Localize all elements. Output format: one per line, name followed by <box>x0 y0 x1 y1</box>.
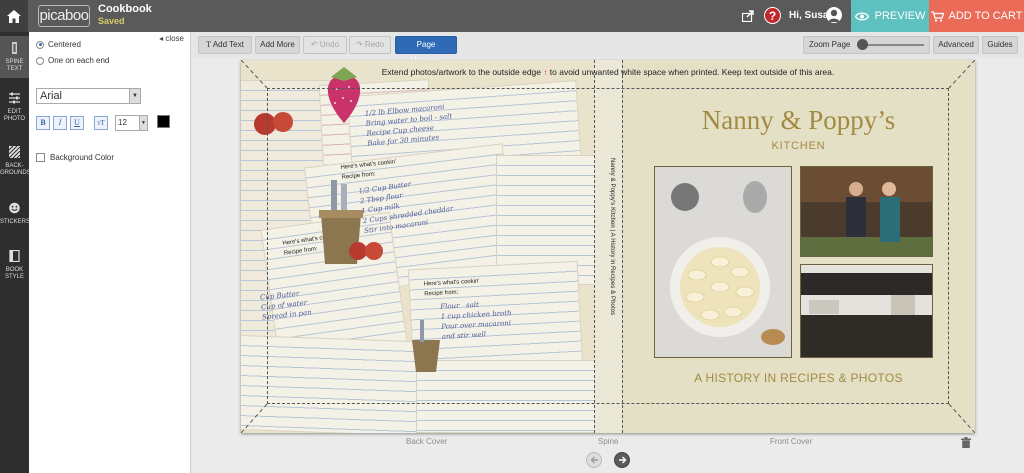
banner-text-prefix: Extend photos/artwork to the outside edg… <box>381 67 542 77</box>
next-page-button[interactable] <box>614 452 630 468</box>
add-text-button[interactable]: T Add Text <box>198 36 252 54</box>
zoom-slider-handle[interactable] <box>857 39 868 50</box>
chevron-down-icon: ▼ <box>129 89 140 103</box>
underline-button[interactable]: U <box>70 116 84 130</box>
radio-centered[interactable] <box>36 40 44 49</box>
text-icon: T <box>206 40 212 49</box>
spine-label: Spine <box>598 437 619 446</box>
chevron-down-icon: ▼ <box>139 116 147 130</box>
share-button[interactable] <box>740 8 756 24</box>
font-family-value: Arial <box>40 90 63 102</box>
help-button[interactable]: ? <box>764 7 781 24</box>
zoom-label: Zoom Page <box>809 40 851 49</box>
tool-rail: SPINE TEXT EDIT PHOTO BACK-GROUNDS STICK… <box>0 32 31 473</box>
spine-text-panel: ◂ close Centered One on each end Arial ▼… <box>29 32 191 473</box>
undo-button[interactable]: ↶ Undo <box>303 36 347 54</box>
rail-label: STICKERS <box>0 219 31 225</box>
align-ends-label: One on each end <box>48 56 110 65</box>
book-icon <box>9 249 20 263</box>
guides-button[interactable]: Guides <box>982 36 1018 54</box>
previous-page-button[interactable] <box>586 452 602 468</box>
rail-item-backgrounds[interactable]: BACK-GROUNDS <box>0 145 31 177</box>
trash-icon[interactable] <box>961 437 971 448</box>
add-to-cart-button[interactable]: ADD TO CART <box>929 0 1024 32</box>
picaboo-logo[interactable]: picaboo <box>38 5 90 27</box>
bleed-corner-guides <box>241 60 975 433</box>
radio-each-end[interactable] <box>36 56 44 65</box>
close-panel-link[interactable]: ◂ close <box>159 34 184 43</box>
italic-button[interactable]: I <box>53 116 67 130</box>
redo-label: Redo <box>364 40 385 49</box>
save-status: Saved <box>98 16 125 26</box>
cart-icon <box>930 10 944 22</box>
font-size-value: 12 <box>118 118 127 127</box>
project-title: Cookbook <box>98 3 152 15</box>
font-size-select[interactable]: 12 ▼ <box>115 115 148 131</box>
rail-item-stickers[interactable]: STICKERS <box>0 202 31 226</box>
rail-label: EDIT PHOTO <box>3 109 26 122</box>
font-family-select[interactable]: Arial ▼ <box>36 88 141 104</box>
undo-label: Undo <box>319 40 340 49</box>
sliders-icon <box>9 92 20 104</box>
rail-label: BOOK STYLE <box>4 267 24 280</box>
add-more-button[interactable]: Add More <box>255 36 300 54</box>
front-cover-label: Front Cover <box>770 437 813 446</box>
backgrounds-icon <box>8 145 21 159</box>
rail-label: SPINE TEXT <box>5 59 24 72</box>
rail-label: BACK-GROUNDS <box>0 163 31 176</box>
undo-icon: ↶ <box>310 40 318 49</box>
align-centered-option[interactable]: Centered <box>36 40 81 49</box>
background-color-option[interactable]: Background Color <box>36 153 114 162</box>
back-cover-label: Back Cover <box>406 437 448 446</box>
top-bar: picaboo Cookbook Saved ? Hi, Susan PREVI… <box>0 0 1024 32</box>
page-manager-button[interactable]: Page Manager <box>395 36 457 65</box>
share-icon <box>741 10 754 22</box>
bold-button[interactable]: B <box>36 116 50 130</box>
rail-item-book-style[interactable]: BOOK STYLE <box>0 249 29 281</box>
banner-text-suffix: to avoid unwanted white space when print… <box>549 67 835 77</box>
arrow-left-icon <box>590 456 598 464</box>
home-button[interactable] <box>0 0 28 32</box>
smiley-icon <box>9 202 20 214</box>
text-color-swatch[interactable] <box>157 115 170 128</box>
align-centered-label: Centered <box>48 40 81 49</box>
redo-icon: ↷ <box>355 40 363 49</box>
advanced-button[interactable]: Advanced <box>933 36 979 54</box>
preview-label: PREVIEW <box>874 10 926 22</box>
bleed-warning-banner: Extend photos/artwork to the outside edg… <box>241 67 975 77</box>
spine-text-icon <box>12 42 17 54</box>
background-color-checkbox[interactable] <box>36 153 45 162</box>
user-avatar[interactable] <box>826 7 842 23</box>
eye-icon <box>854 11 869 21</box>
redo-button[interactable]: ↷ Redo <box>349 36 391 54</box>
user-icon <box>828 9 840 22</box>
preview-button[interactable]: PREVIEW <box>851 0 929 32</box>
add-to-cart-label: ADD TO CART <box>948 10 1023 22</box>
home-icon <box>7 9 21 23</box>
rail-item-spine-text[interactable]: SPINE TEXT <box>0 36 29 78</box>
add-text-label: Add Text <box>212 40 244 49</box>
background-color-label: Background Color <box>50 153 115 162</box>
arrow-right-icon <box>618 456 626 464</box>
book-cover-canvas[interactable]: 1/2 lb Elbow macaroni Bring water to boi… <box>241 60 975 433</box>
align-ends-option[interactable]: One on each end <box>36 56 109 65</box>
capitalize-button[interactable]: ᴛT <box>94 116 108 130</box>
rail-item-edit-photo[interactable]: EDIT PHOTO <box>0 92 29 123</box>
zoom-slider-track[interactable] <box>861 44 924 46</box>
arrow-up-icon: ↑ <box>543 68 548 77</box>
